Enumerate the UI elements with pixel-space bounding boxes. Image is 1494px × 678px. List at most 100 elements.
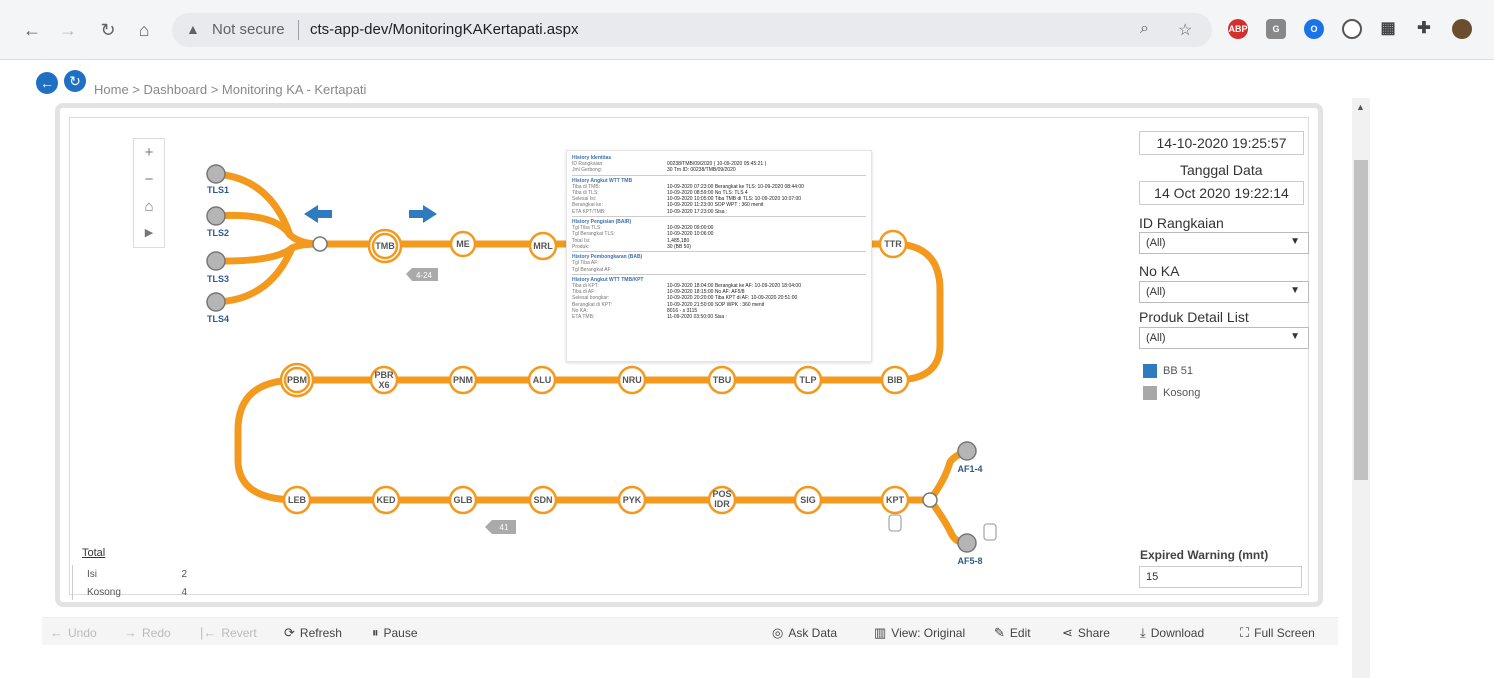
- tooltip-divider: [572, 273, 866, 275]
- revert-button[interactable]: |← Revert: [200, 625, 257, 640]
- undo-label: Undo: [68, 626, 97, 640]
- label-bib: BIB: [887, 375, 903, 385]
- tooltip-divider: [572, 174, 866, 176]
- legend-bb51[interactable]: BB 51: [1143, 364, 1193, 378]
- share-label: Share: [1077, 626, 1110, 640]
- edit-button[interactable]: ✎ Edit: [994, 625, 1031, 641]
- badge-top[interactable]: 4-24: [406, 268, 438, 281]
- produk-select[interactable]: (All) ▼: [1139, 327, 1309, 349]
- refresh-button[interactable]: ⟳ Refresh: [284, 625, 342, 641]
- tooltip-row: Tgl Berangkat AF:: [572, 267, 866, 273]
- id-rangkaian-select[interactable]: (All) ▼: [1139, 232, 1309, 254]
- badge-bottom-text: 41: [500, 523, 509, 532]
- share-button[interactable]: ⋖ Share: [1062, 625, 1110, 641]
- label-pnm: PNM: [453, 375, 473, 385]
- label-pbm: PBM: [287, 375, 307, 385]
- tooltip-value: 30 (BB 50): [667, 243, 691, 250]
- label-tbu: TBU: [713, 375, 732, 385]
- junction-af: [922, 492, 938, 508]
- arrow-left-icon: [304, 205, 332, 223]
- label-sig: SIG: [800, 495, 816, 505]
- tooltip-value: 11-09-2020 03:50:00 Sisa :: [667, 314, 727, 321]
- siding-af58[interactable]: [957, 533, 977, 553]
- pause-button[interactable]: ⏸ Pause: [372, 625, 418, 641]
- chevron-down-icon: ▼: [1290, 285, 1300, 296]
- badge-top-text: 4-24: [416, 271, 433, 280]
- total-row-isi: Isi 2: [87, 569, 187, 580]
- no-ka-value: (All): [1146, 286, 1166, 298]
- redo-icon: →: [124, 625, 137, 640]
- label-pos: POS: [712, 489, 731, 499]
- badge-bottom[interactable]: 41: [485, 520, 516, 534]
- total-title: Total: [82, 547, 106, 559]
- tanggal-value: 14 Oct 2020 19:22:14: [1139, 181, 1304, 205]
- no-ka-select[interactable]: (All) ▼: [1139, 281, 1309, 303]
- label-sdn: SDN: [533, 495, 552, 505]
- tooltip-divider: [572, 251, 866, 253]
- pencil-icon: ✎: [994, 625, 1005, 640]
- label-me: ME: [456, 239, 470, 249]
- id-rangkaian-label: ID Rangkaian: [1139, 215, 1224, 231]
- view-icon: ▥: [874, 625, 887, 640]
- siding-tls4[interactable]: [206, 292, 226, 312]
- full-screen-icon: ⛶: [1240, 625, 1250, 640]
- label-tmb: TMB: [375, 241, 395, 251]
- revert-label: Revert: [221, 626, 257, 640]
- ask-data-button[interactable]: ◎ Ask Data: [772, 625, 837, 641]
- divider: [72, 565, 73, 600]
- download-label: Download: [1150, 626, 1205, 640]
- expired-label: Expired Warning (mnt): [1140, 548, 1269, 562]
- ask-data-label: Ask Data: [788, 626, 838, 640]
- no-ka-label: No KA: [1139, 263, 1180, 279]
- total-row-kosong: Kosong 4: [87, 587, 187, 598]
- produk-value: (All): [1146, 332, 1166, 344]
- tooltip-key: Produk:: [572, 243, 590, 250]
- track-middle: [234, 376, 899, 504]
- label-x6: X6: [378, 380, 389, 390]
- label-ttr: TTR: [884, 239, 902, 249]
- label-tls2: TLS2: [207, 228, 229, 238]
- full-screen-label: Full Screen: [1254, 626, 1315, 640]
- zoom-out-icon[interactable]: −: [134, 166, 164, 193]
- total-label: Isi: [87, 569, 97, 580]
- share-icon: ⋖: [1062, 625, 1073, 640]
- play-icon[interactable]: ▶: [134, 220, 164, 247]
- siding-tls1[interactable]: [206, 164, 226, 184]
- label-tls1: TLS1: [207, 185, 229, 195]
- home-map-icon[interactable]: ⌂: [134, 193, 164, 220]
- legend-label: BB 51: [1163, 364, 1193, 377]
- siding-af14[interactable]: [957, 441, 977, 461]
- track-tls1: [212, 170, 324, 248]
- legend-kosong[interactable]: Kosong: [1143, 386, 1200, 400]
- map-controls: + − ⌂ ▶: [133, 138, 165, 248]
- tooltip-key: Jml Gerbong:: [572, 167, 603, 174]
- refresh-icon: ⟳: [284, 625, 295, 640]
- zoom-in-icon[interactable]: +: [134, 139, 164, 166]
- tooltip-key: Tgl Berangkat AF:: [572, 266, 613, 273]
- download-button[interactable]: ⤓ Download: [1140, 625, 1204, 641]
- label-tls3: TLS3: [207, 274, 229, 284]
- siding-tls2[interactable]: [206, 206, 226, 226]
- siding-tls3[interactable]: [206, 251, 226, 271]
- pause-label: Pause: [383, 626, 418, 640]
- expired-input[interactable]: 15: [1139, 566, 1302, 588]
- redo-button[interactable]: → Redo: [124, 625, 171, 640]
- tooltip-divider: [572, 216, 866, 218]
- label-tls4: TLS4: [207, 314, 229, 324]
- chevron-down-icon: ▼: [1290, 331, 1300, 342]
- junction-tls: [312, 236, 328, 252]
- view-button[interactable]: ▥ View: Original: [874, 625, 965, 641]
- tooltip-key: ETA TMB:: [572, 314, 595, 321]
- undo-button[interactable]: ← Undo: [50, 625, 97, 640]
- label-af58: AF5-8: [957, 556, 982, 566]
- label-af14: AF1-4: [957, 464, 982, 474]
- label-mrl: MRL: [533, 241, 553, 251]
- total-value: 2: [181, 569, 187, 580]
- full-screen-button[interactable]: ⛶ Full Screen: [1240, 625, 1315, 641]
- history-tooltip: History Identitas ID Rangkaian: 00238/TMB/…: [566, 150, 872, 362]
- tooltip-key: ETA KPT/TMB:: [572, 208, 606, 215]
- ask-data-icon: ◎: [772, 625, 784, 640]
- tooltip-value: 30 Trn ID: 00238/TMB/09/2020: [667, 167, 736, 174]
- tooltip-value: 10-09-2020 17:23:00 Sisa :: [667, 208, 728, 215]
- arrow-right-icon: [409, 205, 437, 223]
